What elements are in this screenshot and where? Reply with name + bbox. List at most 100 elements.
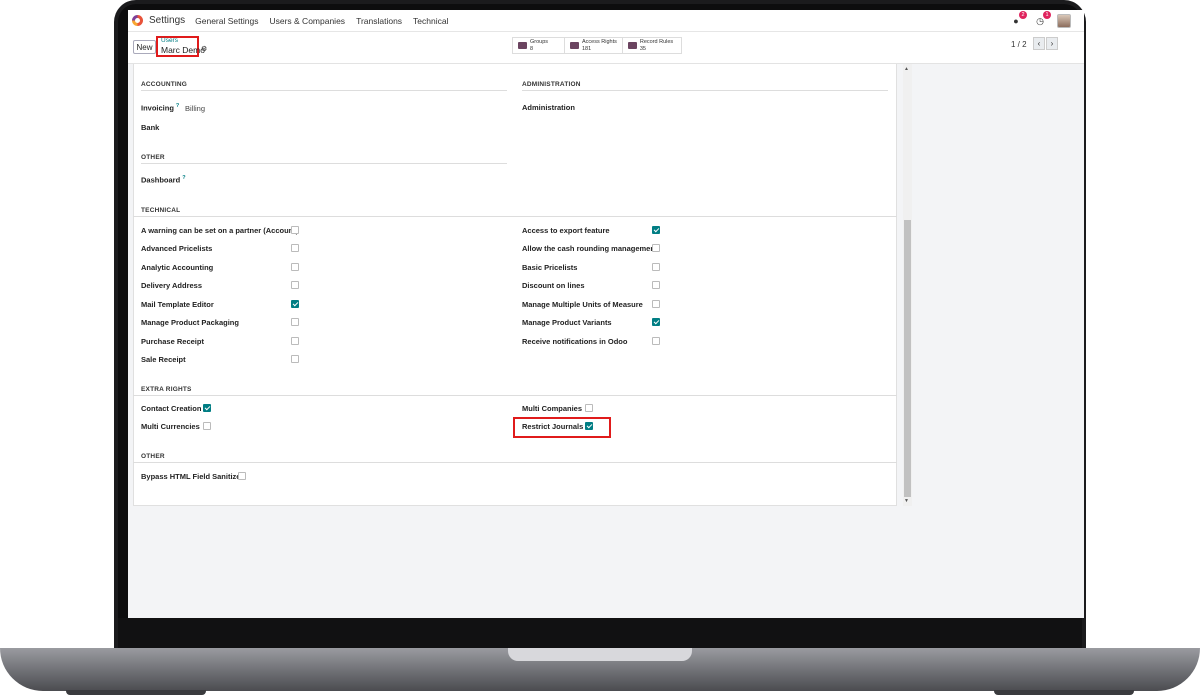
tech-left-label: Sale Receipt [141, 355, 186, 364]
tech-left-checkbox[interactable] [291, 244, 299, 252]
new-button[interactable]: New [133, 40, 156, 54]
dashboard-label-text: Dashboard [141, 175, 181, 185]
tech-left-checkbox[interactable] [291, 281, 299, 289]
list-icon [627, 42, 637, 49]
clock-icon[interactable]: ◷ 1 [1033, 11, 1051, 28]
tech-left-label: Manage Product Packaging [141, 318, 239, 327]
screen: Settings General Settings Users & Compan… [128, 10, 1084, 618]
tech-right-label: Allow the cash rounding management [522, 244, 658, 253]
form-sheet [133, 64, 897, 506]
tech-left-label: Delivery Address [141, 281, 203, 290]
pager-value[interactable]: 1 / 2 [1011, 40, 1027, 49]
groups-count: 8 [530, 45, 534, 52]
contact-creation-checkbox[interactable] [203, 404, 211, 412]
tech-right-checkbox[interactable] [652, 337, 660, 345]
breadcrumb-current: Marc Demo [161, 45, 205, 55]
tech-left-label: Advanced Pricelists [141, 244, 213, 253]
section-accounting: ACCOUNTING [141, 81, 188, 88]
tech-right-checkbox[interactable] [652, 300, 660, 308]
breadcrumb-users[interactable]: Users [161, 37, 178, 44]
tech-right-checkbox[interactable] [652, 244, 660, 252]
multi-currencies-label: Multi Currencies [141, 422, 200, 431]
invoicing-select[interactable]: Billing [185, 104, 205, 113]
tech-left-checkbox[interactable] [291, 318, 299, 326]
tech-right-label: Manage Product Variants [522, 318, 612, 327]
tech-right-label: Discount on lines [522, 281, 585, 290]
activities-badge: 1 [1043, 11, 1051, 19]
scrollbar-thumb[interactable] [904, 220, 911, 497]
tech-right-label: Basic Pricelists [522, 263, 578, 272]
divider [133, 462, 897, 463]
tech-right-label: Receive notifications in Odoo [522, 337, 628, 346]
pager-previous-button[interactable]: ‹ [1033, 37, 1045, 50]
smart-buttons: Groups 8 Access Rights 181 Record Rules 35 [512, 37, 682, 54]
nav-app-name[interactable]: Settings [149, 15, 185, 26]
help-icon[interactable]: ? [176, 103, 179, 109]
users-icon [518, 42, 527, 49]
restrict-journals-checkbox[interactable] [585, 422, 593, 430]
divider [141, 163, 507, 164]
bank-label: Bank [141, 123, 160, 132]
messages-badge: 2 [1019, 11, 1027, 19]
tech-right-label: Access to export feature [522, 226, 610, 235]
multi-companies-label: Multi Companies [522, 404, 583, 413]
section-extra-rights: EXTRA RIGHTS [141, 386, 192, 393]
access-rights-count: 181 [582, 45, 592, 52]
user-avatar[interactable] [1057, 14, 1071, 28]
nav-systray: ● 2 ◷ 1 [1009, 10, 1084, 32]
nav-users-companies[interactable]: Users & Companies [269, 16, 345, 26]
groups-button[interactable]: Groups 8 [513, 38, 565, 53]
help-icon[interactable]: ? [182, 175, 185, 181]
nav-technical[interactable]: Technical [413, 16, 448, 26]
bypass-html-checkbox[interactable] [238, 472, 246, 480]
administration-label: Administration [522, 103, 575, 112]
tech-left-checkbox[interactable] [291, 263, 299, 271]
section-other: OTHER [141, 154, 165, 161]
scroll-down-icon[interactable]: ▼ [904, 498, 909, 504]
divider [133, 216, 897, 217]
control-panel: New Users Marc Demo ⚙ Groups 8 Access Rig… [128, 32, 1084, 64]
tech-left-checkbox[interactable] [291, 355, 299, 363]
laptop-chin [118, 618, 1082, 648]
pager-next-button[interactable]: › [1046, 37, 1058, 50]
section-other-2: OTHER [141, 453, 165, 460]
nav-translations[interactable]: Translations [356, 16, 402, 26]
access-rights-button[interactable]: Access Rights 181 [565, 38, 623, 53]
divider [522, 90, 888, 91]
bypass-html-label: Bypass HTML Field Sanitize [141, 472, 241, 481]
scroll-up-icon[interactable]: ▲ [904, 66, 909, 72]
list-icon [570, 42, 579, 49]
invoicing-label-text: Invoicing [141, 103, 174, 113]
multi-companies-checkbox[interactable] [585, 404, 593, 412]
gear-icon[interactable]: ⚙ [201, 45, 207, 53]
tech-left-label: Mail Template Editor [141, 300, 214, 309]
chat-icon[interactable]: ● 2 [1009, 11, 1027, 28]
contact-creation-label: Contact Creation [141, 404, 202, 413]
tech-right-checkbox[interactable] [652, 226, 660, 234]
record-rules-count: 35 [639, 45, 646, 52]
tech-right-checkbox[interactable] [652, 318, 660, 326]
multi-currencies-checkbox[interactable] [203, 422, 211, 430]
divider [133, 395, 897, 396]
tech-left-label: Purchase Receipt [141, 337, 204, 346]
odoo-logo-icon[interactable] [132, 15, 143, 26]
laptop-foot-left [66, 690, 206, 695]
invoicing-label: Invoicing? [141, 103, 179, 113]
tech-left-label: Analytic Accounting [141, 263, 214, 272]
tech-left-label: A warning can be set on a partner (Accou… [141, 226, 299, 235]
restrict-journals-label: Restrict Journals [522, 422, 584, 431]
section-technical: TECHNICAL [141, 207, 181, 214]
top-navbar: Settings General Settings Users & Compan… [128, 10, 1084, 32]
tech-right-label: Manage Multiple Units of Measure [522, 300, 643, 309]
tech-left-checkbox[interactable] [291, 337, 299, 345]
tech-left-checkbox[interactable] [291, 300, 299, 308]
tech-right-checkbox[interactable] [652, 263, 660, 271]
laptop-notch [508, 648, 692, 661]
tech-left-checkbox[interactable] [291, 226, 299, 234]
divider [141, 90, 507, 91]
record-rules-button[interactable]: Record Rules 35 [623, 38, 681, 53]
nav-general-settings[interactable]: General Settings [195, 16, 258, 26]
dashboard-label: Dashboard? [141, 175, 186, 185]
section-administration: ADMINISTRATION [522, 81, 581, 88]
tech-right-checkbox[interactable] [652, 281, 660, 289]
